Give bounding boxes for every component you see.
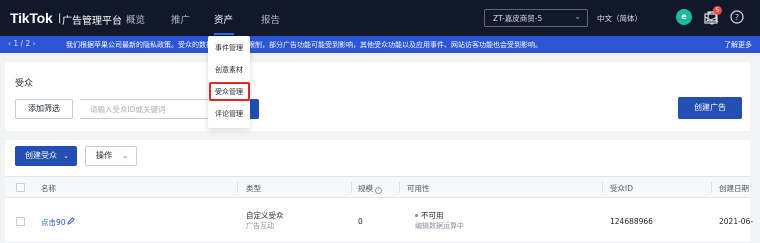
status-dot xyxy=(415,214,418,217)
column-divider xyxy=(351,182,352,193)
audience-size: 0 xyxy=(358,217,363,226)
platform-name: 广告管理平台 xyxy=(62,16,122,27)
account-name: ZT-嘉皮商贸-5 xyxy=(493,14,543,23)
table-row[interactable]: 点击90 自定义受众 广告互动 0 不可用 编辑数据运算中 124688966 … xyxy=(5,198,754,243)
menu-item-comment-management[interactable]: 评论管理 xyxy=(208,104,250,124)
filter-card: 受众 添加筛选 创建广告 xyxy=(5,62,750,131)
language-selector[interactable]: 中文（简体） xyxy=(597,13,642,24)
create-audience-button[interactable]: 创建受众 ⌄ xyxy=(15,146,77,166)
edit-icon[interactable] xyxy=(67,217,75,225)
tiktok-logo[interactable]: TikTok xyxy=(10,10,53,26)
chevron-down-icon: ⌄ xyxy=(63,152,69,160)
audience-type: 自定义受众 xyxy=(246,211,284,220)
column-header-availability[interactable]: 可用性 xyxy=(407,183,430,194)
top-navigation: TikTok | 广告管理平台 概览 推广 资产 报告 ZT-嘉皮商贸-5 ⌄ … xyxy=(0,0,760,36)
availability-label: 不可用 xyxy=(421,211,444,220)
column-header-type[interactable]: 类型 xyxy=(246,183,261,194)
svg-text:?: ? xyxy=(735,13,739,22)
account-selector[interactable]: ZT-嘉皮商贸-5 ⌄ xyxy=(484,9,588,27)
menu-item-creative-assets[interactable]: 创意素材 xyxy=(208,60,250,80)
menu-item-event-management[interactable]: 事件管理 xyxy=(208,38,250,58)
row-checkbox[interactable] xyxy=(16,217,25,226)
announcement-pager[interactable]: ‹ 1 / 2 › xyxy=(8,39,36,48)
column-header-created-date[interactable]: 创建日期 xyxy=(719,183,749,194)
column-header-size[interactable]: 规模 i xyxy=(358,183,382,194)
select-all-checkbox[interactable] xyxy=(16,183,25,192)
add-filter-button[interactable]: 添加筛选 xyxy=(15,99,73,119)
chevron-down-icon: ⌄ xyxy=(574,12,581,21)
availability-sub: 编辑数据运算中 xyxy=(415,222,464,230)
column-divider xyxy=(399,182,400,193)
notification-badge: 5 xyxy=(713,6,722,15)
table-header: 名称 类型 规模 i 可用性 受众ID 创建日期 xyxy=(5,176,750,198)
column-divider xyxy=(711,182,712,193)
size-header-label: 规模 xyxy=(358,184,373,193)
nav-item-assets[interactable]: 资产 xyxy=(214,12,233,26)
create-audience-label: 创建受众 xyxy=(25,151,57,160)
page-title: 受众 xyxy=(15,79,34,89)
nav-item-promotion[interactable]: 推广 xyxy=(171,12,190,26)
created-date: 2021-06- xyxy=(719,217,754,226)
nav-item-reports[interactable]: 报告 xyxy=(261,12,280,26)
announcement-text: 我们根据苹果公司最新的隐私政策。受众的数据来源会受到限制，部分广告功能可能受到影… xyxy=(66,41,542,49)
audience-id: 124688966 xyxy=(610,217,653,226)
column-divider xyxy=(602,182,603,193)
column-divider xyxy=(237,182,238,193)
availability-status: 不可用 xyxy=(415,210,444,221)
create-ad-button[interactable]: 创建广告 xyxy=(678,97,742,119)
info-icon[interactable]: i xyxy=(375,187,382,194)
nav-item-overview[interactable]: 概览 xyxy=(126,12,145,26)
operations-label: 操作 xyxy=(96,151,112,160)
active-nav-indicator xyxy=(214,33,234,35)
announcement-bar: ‹ 1 / 2 › 我们根据苹果公司最新的隐私政策。受众的数据来源会受到限制，部… xyxy=(0,36,760,53)
chevron-down-icon: ⌄ xyxy=(122,152,128,160)
operations-button[interactable]: 操作 ⌄ xyxy=(85,146,137,166)
audience-table-card: 创建受众 ⌄ 操作 ⌄ 名称 类型 规模 i 可用性 受众ID 创建日期 点击90… xyxy=(5,140,754,243)
selected-menu-highlight xyxy=(209,82,250,101)
audience-name-link[interactable]: 点击90 xyxy=(41,217,66,228)
help-icon[interactable]: ? xyxy=(729,9,745,25)
logo-separator: | xyxy=(58,13,62,24)
column-header-name[interactable]: 名称 xyxy=(41,183,56,194)
avatar[interactable]: e xyxy=(676,9,692,25)
learn-more-link[interactable]: 了解更多 xyxy=(724,40,752,50)
audience-type-sub: 广告互动 xyxy=(246,222,274,230)
column-header-audience-id[interactable]: 受众ID xyxy=(610,183,633,194)
